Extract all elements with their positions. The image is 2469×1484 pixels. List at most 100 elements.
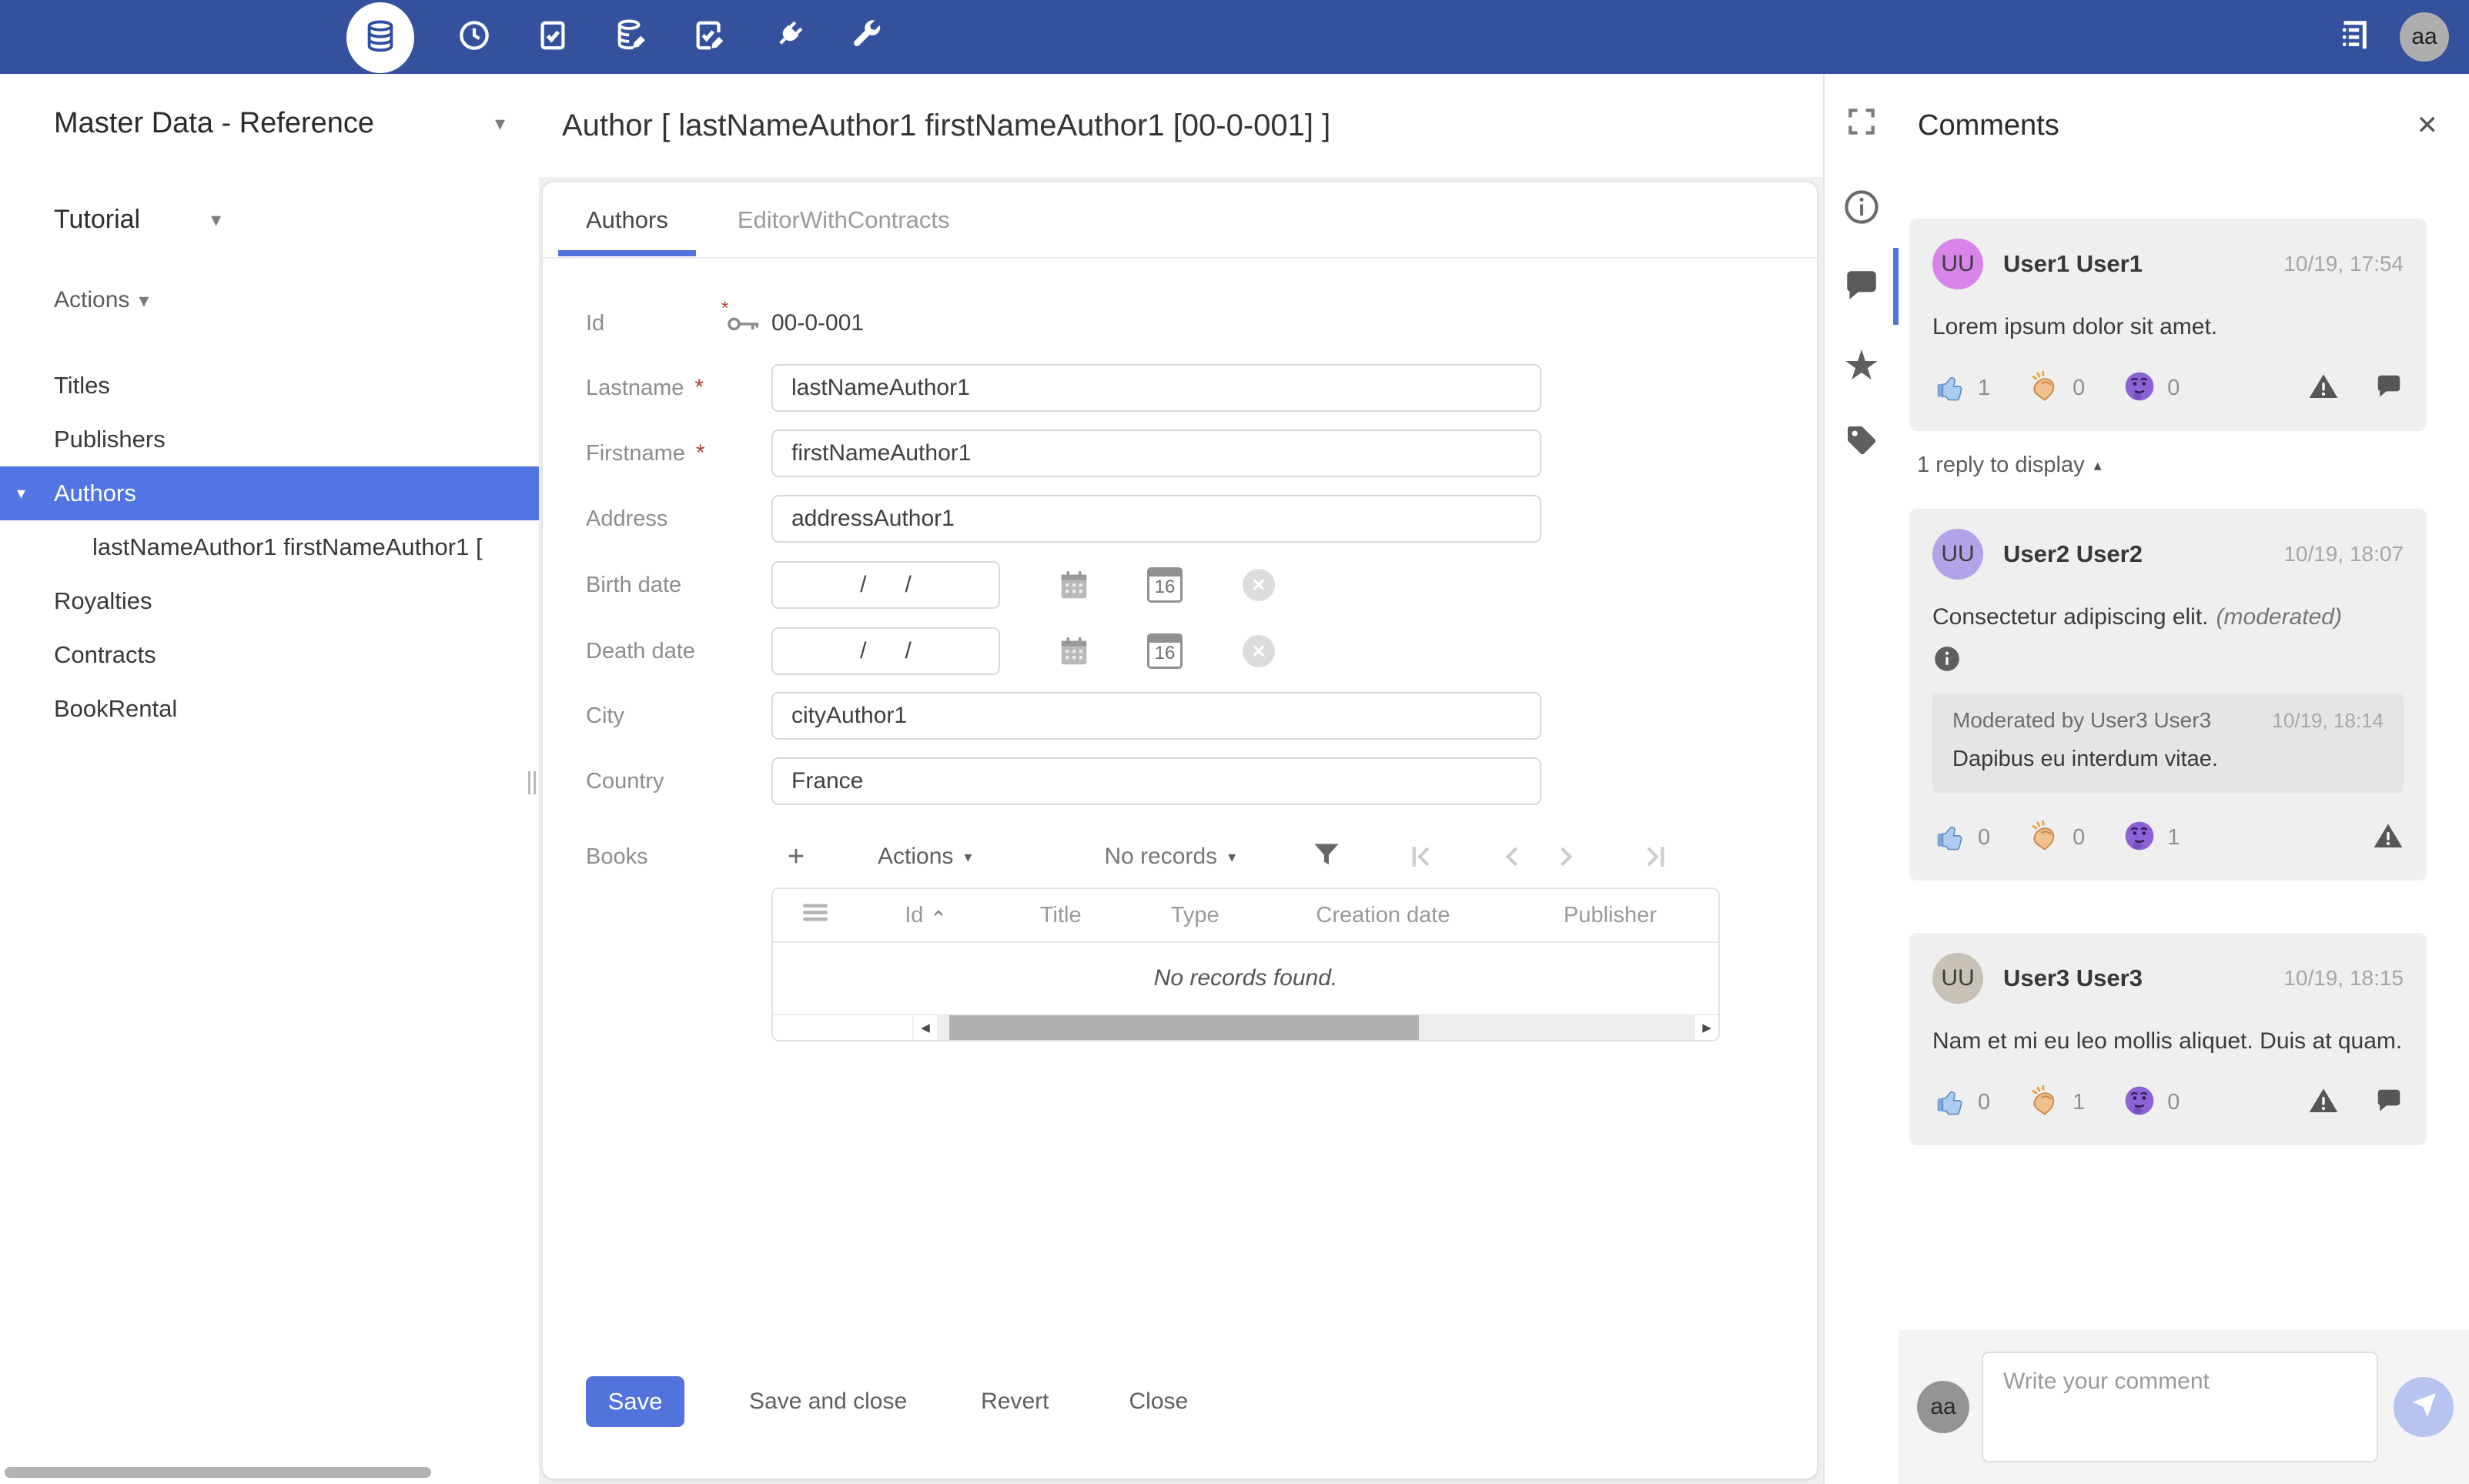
tab-editorwithcontracts[interactable]: EditorWithContracts <box>738 182 950 258</box>
tab-authors[interactable]: Authors <box>558 182 696 258</box>
thinking-reaction[interactable]: 1 <box>2122 818 2180 857</box>
close-button[interactable]: Close <box>1129 1389 1189 1415</box>
sidebar-item-contracts[interactable]: Contracts <box>0 628 539 682</box>
books-label: Books <box>586 844 648 869</box>
birth-date-field[interactable] <box>771 561 1000 609</box>
column-header-title[interactable]: Title <box>995 903 1126 928</box>
lastname-field[interactable] <box>771 364 1541 412</box>
firstname-field[interactable] <box>771 429 1541 477</box>
country-label: Country <box>586 768 664 794</box>
empty-table-message: No records found. <box>1153 965 1338 991</box>
save-button[interactable]: Save <box>586 1376 684 1427</box>
comment-card: UU User3 User3 10/19, 18:15 Nam et mi eu… <box>1909 933 2427 1145</box>
sidebar-item-publishers[interactable]: Publishers <box>0 413 539 466</box>
scrollbar-thumb[interactable] <box>949 1015 1419 1040</box>
death-date-field[interactable] <box>771 627 1000 675</box>
table-horizontal-scrollbar: ◀ ▶ <box>773 1014 1718 1040</box>
module-master-data-active[interactable] <box>346 2 414 73</box>
clear-date-icon[interactable]: ✕ <box>1243 635 1275 667</box>
column-header-publisher[interactable]: Publisher <box>1502 903 1718 928</box>
calendar-today-icon[interactable]: 16 <box>1147 567 1183 603</box>
thinking-face-icon <box>2122 369 2157 408</box>
row-menu-column[interactable] <box>773 896 858 934</box>
avatar: UU <box>1932 528 1983 580</box>
calendar-today-icon[interactable]: 16 <box>1147 633 1183 669</box>
thinking-reaction[interactable]: 0 <box>2122 1083 2180 1122</box>
calendar-picker-icon[interactable] <box>1056 567 1092 603</box>
sidebar-item-bookrental[interactable]: BookRental <box>0 682 539 736</box>
clap-reaction[interactable]: 0 <box>2027 369 2085 408</box>
like-reaction[interactable]: 0 <box>1932 1083 1990 1122</box>
sidebar-actions-dropdown[interactable]: Actions ▾ <box>54 283 149 317</box>
clear-date-icon[interactable]: ✕ <box>1243 569 1275 601</box>
calendar-picker-icon[interactable] <box>1056 633 1092 669</box>
module-tasks[interactable] <box>534 18 571 55</box>
close-icon[interactable]: ✕ <box>2417 110 2439 141</box>
books-pager-dropdown[interactable]: No records ▾ <box>1104 844 1236 870</box>
last-page-button[interactable] <box>1639 840 1673 874</box>
country-field[interactable] <box>771 757 1541 805</box>
revert-button[interactable]: Revert <box>981 1389 1049 1415</box>
editor-tabs: Authors EditorWithContracts <box>543 182 1817 259</box>
activity-log-button[interactable] <box>2334 18 2370 55</box>
clap-reaction[interactable]: 1 <box>2027 1083 2085 1122</box>
module-integrations[interactable] <box>770 18 807 55</box>
reply-comment-button[interactable] <box>2374 372 2404 405</box>
comment-timestamp: 10/19, 18:15 <box>2283 966 2404 991</box>
app-menu-title: Master Data - Reference <box>54 106 375 139</box>
moderation-title: Moderated by User3 User3 <box>1952 708 2212 733</box>
moderation-info-button[interactable] <box>1932 644 2404 677</box>
comment-input[interactable] <box>1982 1352 2378 1462</box>
app-menu-selector[interactable]: Master Data - Reference ▾ <box>54 100 505 146</box>
comment-author: User2 User2 <box>2003 540 2143 567</box>
previous-page-button[interactable] <box>1496 840 1530 874</box>
sidebar-resize-handle[interactable] <box>528 771 536 794</box>
module-data-edit[interactable] <box>613 18 650 55</box>
report-comment-button[interactable] <box>2308 371 2339 406</box>
tab-info[interactable] <box>1842 188 1881 230</box>
expand-panel-button[interactable] <box>1845 105 1879 142</box>
fullscreen-icon <box>1845 105 1879 142</box>
module-settings[interactable] <box>848 18 885 55</box>
next-page-button[interactable] <box>1548 840 1582 874</box>
tab-favorites[interactable]: ★ <box>1843 345 1880 386</box>
reply-comment-button[interactable] <box>2374 1086 2404 1119</box>
send-comment-button[interactable] <box>2394 1377 2454 1437</box>
books-actions-dropdown[interactable]: Actions ▾ <box>878 844 972 870</box>
like-reaction[interactable]: 1 <box>1932 369 1990 408</box>
sidebar-item-authors[interactable]: ▾ Authors <box>0 466 539 520</box>
first-page-button[interactable] <box>1403 840 1437 874</box>
thinking-reaction[interactable]: 0 <box>2122 369 2180 408</box>
sidebar-horizontal-scrollbar[interactable] <box>5 1467 431 1478</box>
column-header-type[interactable]: Type <box>1126 903 1264 928</box>
add-book-button[interactable]: + <box>778 841 815 874</box>
report-comment-button[interactable] <box>2373 821 2404 855</box>
sidebar-item-royalties[interactable]: Royalties <box>0 574 539 628</box>
reply-toggle[interactable]: 1 reply to display ▴ <box>1917 453 2427 478</box>
scroll-left-icon[interactable]: ◀ <box>914 1015 937 1040</box>
tab-comments[interactable] <box>1842 266 1881 309</box>
city-field[interactable] <box>771 692 1541 740</box>
comment-timestamp: 10/19, 17:54 <box>2283 252 2404 276</box>
sidebar-item-titles[interactable]: Titles <box>0 359 539 413</box>
menu-section-selector[interactable]: Tutorial ▾ <box>54 199 221 240</box>
report-comment-button[interactable] <box>2308 1085 2339 1120</box>
books-toolbar: + Actions ▾ No records ▾ <box>778 833 1673 881</box>
like-reaction[interactable]: 0 <box>1932 818 1990 857</box>
scrollbar-track[interactable] <box>937 1015 1695 1040</box>
clap-icon <box>2027 818 2063 857</box>
field-row-country: Country <box>543 757 1817 805</box>
address-field[interactable] <box>771 495 1541 543</box>
filter-button[interactable] <box>1310 838 1343 876</box>
save-and-close-button[interactable]: Save and close <box>749 1389 907 1415</box>
module-scheduler[interactable] <box>456 18 493 55</box>
column-header-id[interactable]: Id <box>858 903 995 928</box>
module-task-edit[interactable] <box>691 18 728 55</box>
column-header-creation-date[interactable]: Creation date <box>1264 903 1502 928</box>
scroll-right-icon[interactable]: ▶ <box>1695 1015 1718 1040</box>
user-avatar[interactable]: aa <box>2400 12 2449 62</box>
clap-reaction[interactable]: 0 <box>2027 818 2085 857</box>
avatar: UU <box>1932 239 1983 289</box>
sidebar-item-author-record[interactable]: lastNameAuthor1 firstNameAuthor1 [ <box>0 520 539 574</box>
tab-tags[interactable] <box>1843 422 1880 463</box>
